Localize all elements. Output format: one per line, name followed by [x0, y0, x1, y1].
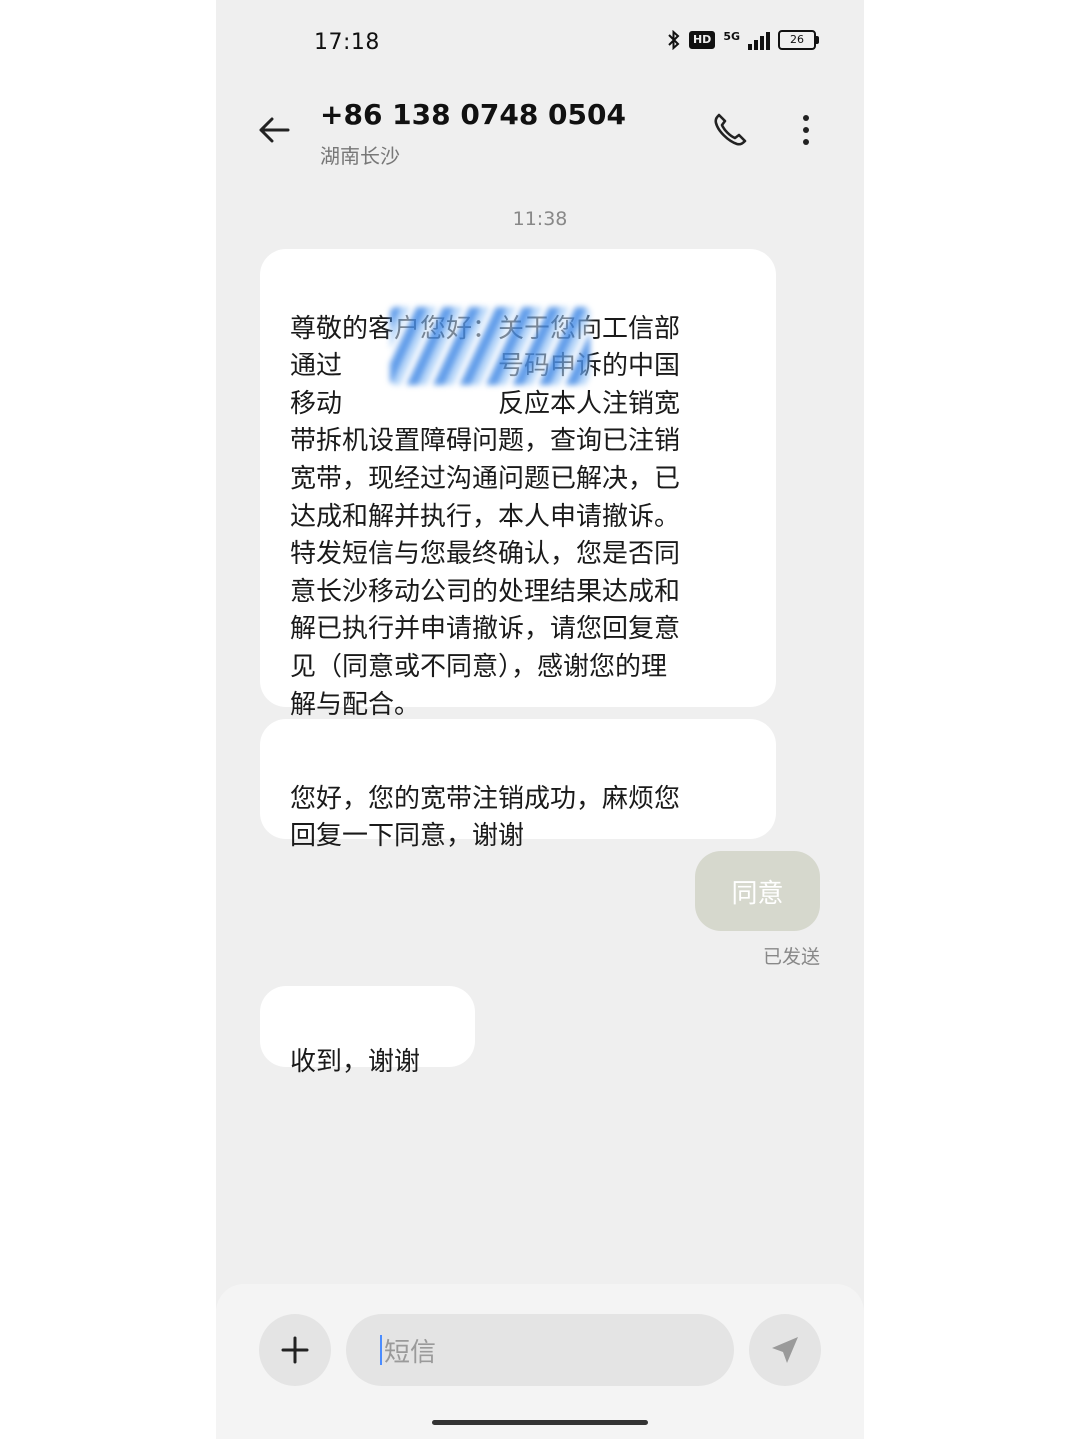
sms-input[interactable]: 短信	[346, 1314, 734, 1386]
send-button[interactable]	[749, 1314, 821, 1386]
hd-badge: HD	[688, 31, 716, 49]
more-options-icon[interactable]	[792, 110, 820, 150]
incoming-message-2[interactable]: 您好，您的宽带注销成功，麻烦您 回复一下同意，谢谢	[260, 719, 776, 851]
contact-location: 湖南长沙	[320, 144, 400, 168]
send-icon	[772, 1337, 798, 1363]
plus-icon	[281, 1336, 309, 1364]
conversation-header: +86 138 0748 0504 湖南长沙	[216, 86, 864, 186]
signal-icon	[748, 30, 770, 50]
status-icons: HD 5G 26	[667, 30, 819, 50]
message-text: 收到，谢谢	[290, 1046, 421, 1077]
status-time: 17:18	[314, 30, 380, 55]
incoming-message-3[interactable]: 收到，谢谢	[260, 986, 475, 1077]
message-text: 同意	[731, 878, 784, 909]
message-timestamp: 11:38	[512, 208, 568, 230]
outgoing-message[interactable]: 同意	[695, 851, 820, 931]
phone-screen: 17:18 HD 5G 26 +86 138 0748 0504 湖南长沙 11	[216, 0, 864, 1439]
home-indicator[interactable]	[432, 1420, 648, 1425]
message-text: 您好，您的宽带注销成功，麻烦您 回复一下同意，谢谢	[290, 783, 681, 852]
contact-number: +86 138 0748 0504	[320, 98, 626, 131]
message-composer: 短信	[216, 1284, 864, 1439]
network-type: 5G	[723, 30, 740, 43]
redaction-blur	[390, 307, 590, 385]
add-attachment-button[interactable]	[259, 1314, 331, 1386]
back-arrow-icon[interactable]	[254, 110, 294, 150]
bluetooth-icon	[668, 30, 680, 50]
battery-icon: 26	[778, 30, 819, 50]
sent-status: 已发送	[762, 946, 820, 968]
sms-input-placeholder: 短信	[384, 1337, 437, 1368]
incoming-message-1[interactable]: 尊敬的客户您好：关于您向工信部 通过 号码申诉的中国 移动 反应本人注销宽 带拆…	[260, 249, 776, 720]
text-caret	[380, 1335, 382, 1365]
status-bar: 17:18 HD 5G 26	[216, 0, 864, 86]
phone-call-icon[interactable]	[710, 110, 750, 150]
